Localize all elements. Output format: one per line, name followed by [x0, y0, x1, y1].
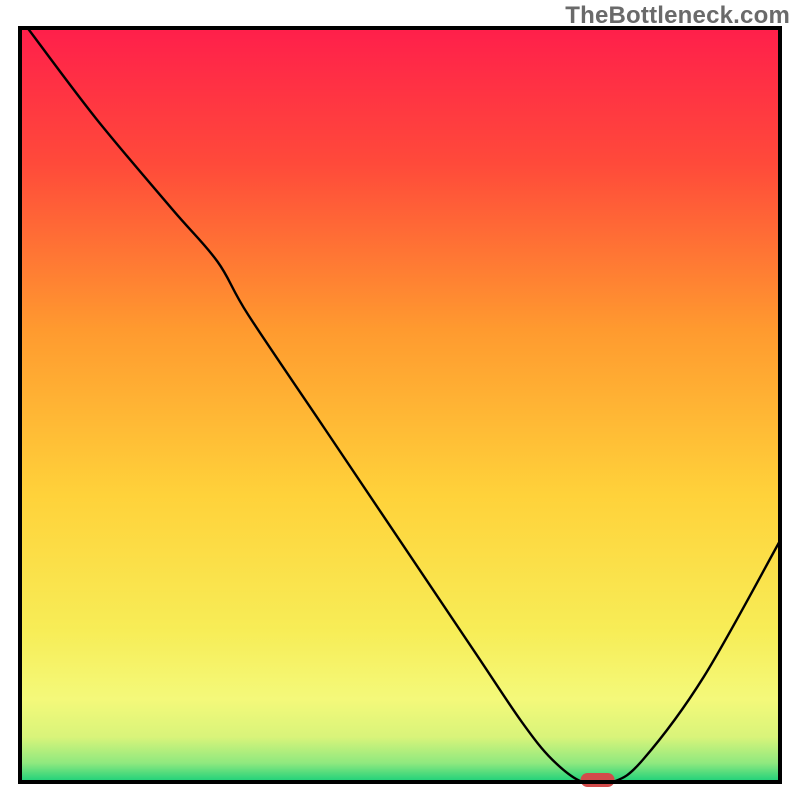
gradient-background — [20, 28, 780, 782]
bottleneck-chart — [0, 0, 800, 800]
watermark-label: TheBottleneck.com — [565, 2, 790, 30]
chart-stage: TheBottleneck.com — [0, 0, 800, 800]
